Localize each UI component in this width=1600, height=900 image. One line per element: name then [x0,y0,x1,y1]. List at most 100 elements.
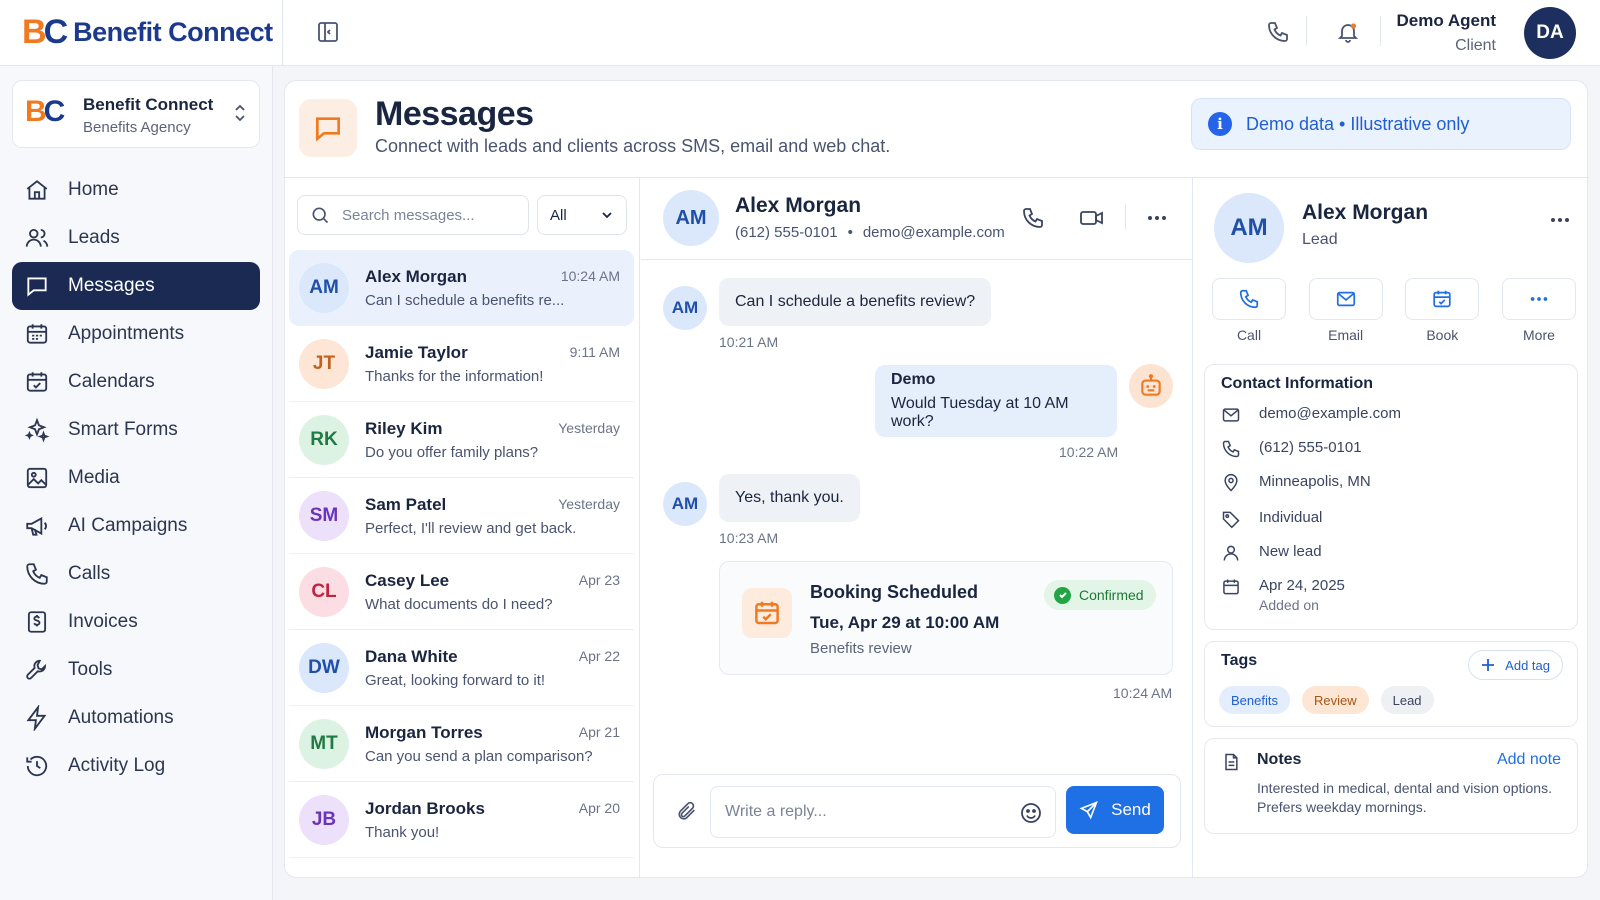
booking-datetime: Tue, Apr 29 at 10:00 AM [810,613,1000,632]
org-switcher[interactable]: BC Benefit Connect Benefits Agency [12,80,260,148]
call-button[interactable]: Call [1212,278,1286,343]
tag-pill[interactable]: Review [1301,686,1369,714]
calendar-icon [1221,577,1241,597]
message-text: Yes, thank you. [735,489,844,506]
user-name[interactable]: Demo Agent [1397,11,1497,31]
card-title: Tags [1221,652,1258,669]
notes-card: Notes Add note Interested in medical, de… [1204,738,1578,834]
conversation-item[interactable]: AM Alex Morgan 10:24 AM Can I schedule a be… [289,250,634,326]
conversation-item[interactable]: JT Jamie Taylor 9:11 AM Thanks for the info… [289,326,634,402]
sidebar-item-invoices[interactable]: Invoices [12,598,260,646]
booking-card[interactable]: Booking Scheduled Tue, Apr 29 at 10:00 A… [719,561,1173,675]
avatar: DW [299,643,349,693]
sidebar-item-calendars[interactable]: Calendars [12,358,260,406]
messages-panel: Messages Connect with leads and clients … [284,80,1589,878]
contact-phone[interactable]: (612) 555-0101 [1221,439,1362,459]
calendar-icon [742,588,792,638]
conversation-name: Morgan Torres [365,723,483,742]
brand[interactable]: BC Benefit Connect [22,12,273,52]
avatar: SM [299,491,349,541]
tag-pill[interactable]: Benefits [1219,686,1290,714]
page-subtitle: Connect with leads and clients across SM… [375,136,891,156]
calendar-icon [24,369,50,395]
search-input[interactable] [342,206,512,224]
action-label: Book [1426,327,1459,343]
sidebar-item-calls[interactable]: Calls [12,550,260,598]
send-button[interactable]: Send [1066,786,1164,834]
notification-bell-icon[interactable] [1336,20,1360,44]
contact-info-card: Contact Information demo@example.com (61… [1204,364,1578,630]
chat-contact-meta: (612) 555-0101 • demo@example.com [735,224,1005,241]
sidebar-item-activity-log[interactable]: Activity Log [12,742,260,790]
video-icon[interactable] [1079,206,1105,230]
sidebar-item-home[interactable]: Home [12,166,260,214]
action-label: More [1523,327,1555,343]
phone-icon[interactable] [1266,20,1290,44]
sidebar-toggle-icon[interactable] [316,20,340,44]
tag-pill[interactable]: Lead [1380,686,1434,714]
sidebar-nav: Home Leads Messages Appointments Calenda… [12,166,260,790]
conversation-preview: Do you offer family plans? [365,444,539,461]
megaphone-icon [24,513,50,539]
sidebar-item-label: AI Campaigns [68,515,188,536]
emoji-icon[interactable] [1019,801,1043,825]
filter-select[interactable]: All [537,195,627,235]
message-time: 10:24 AM [1113,685,1173,701]
card-title: Notes [1257,751,1302,768]
message-time: 10:21 AM [719,334,779,350]
conversation-item[interactable]: DW Dana White Apr 22 Great, looking forward… [289,630,634,706]
sidebar-item-media[interactable]: Media [12,454,260,502]
contact-status: Lead [1302,231,1338,248]
more-options-icon[interactable] [1548,208,1572,232]
conversation-item[interactable]: JB Jordan Brooks Apr 20 Thank you! [289,782,634,858]
more-button[interactable]: More [1501,278,1576,343]
sidebar-item-leads[interactable]: Leads [12,214,260,262]
user-avatar[interactable]: DA [1524,7,1576,59]
conversation-preview: What documents do I need? [365,596,553,613]
page-title: Messages [375,95,534,133]
email-button[interactable]: Email [1308,278,1383,343]
more-options-icon[interactable] [1145,206,1169,230]
conversation-item[interactable]: MT Morgan Torres Apr 21 Can you send a plan… [289,706,634,782]
sidebar-item-smart-forms[interactable]: Smart Forms [12,406,260,454]
avatar: AM [663,190,719,246]
sidebar-item-automations[interactable]: Automations [12,694,260,742]
chat-contact-name: Alex Morgan [735,194,862,217]
message-bubble-outgoing: Demo Would Tuesday at 10 AM work? [875,365,1117,437]
org-logo: BC [25,95,65,128]
conversation-preview: Can I schedule a benefits re... [365,292,565,309]
reply-box[interactable] [710,786,1056,838]
reply-input[interactable] [725,803,1005,821]
sidebar-item-messages[interactable]: Messages [12,262,260,310]
separator-dot: • [847,224,853,241]
conversation-item[interactable]: RK Riley Kim Yesterday Do you offer family … [289,402,634,478]
avatar: AM [663,286,707,330]
avatar: AM [663,482,707,526]
attachment-icon[interactable] [676,800,698,822]
call-icon[interactable] [1021,206,1045,230]
add-note-link[interactable]: Add note [1497,751,1561,769]
conversation-name: Jordan Brooks [365,799,485,818]
send-label: Send [1111,800,1151,819]
brand-logo: BC [22,13,68,51]
book-button[interactable]: Book [1405,278,1480,343]
tags-card: Tags Add tag Benefits Review Lead [1204,641,1578,727]
contact-type-text: Individual [1259,509,1323,526]
sidebar-item-label: Calls [68,563,111,584]
conversation-item[interactable]: CL Casey Lee Apr 23 What documents do I nee… [289,554,634,630]
invoice-icon [24,609,50,635]
contact-panel: AM Alex Morgan Lead Call Email Book More [1194,178,1588,878]
contact-location: Minneapolis, MN [1221,473,1371,493]
sidebar-item-tools[interactable]: Tools [12,646,260,694]
conversation-item[interactable]: SM Sam Patel Yesterday Perfect, I'll review… [289,478,634,554]
user-role: Client [1455,37,1496,54]
status-text: Confirmed [1079,587,1144,603]
sidebar-item-ai-campaigns[interactable]: AI Campaigns [12,502,260,550]
add-tag-button[interactable]: Add tag [1468,650,1563,680]
sidebar-item-appointments[interactable]: Appointments [12,310,260,358]
chat-email: demo@example.com [862,224,1005,241]
mail-icon [1308,278,1383,320]
search-box[interactable] [297,195,529,235]
contact-email[interactable]: demo@example.com [1221,405,1401,425]
conversation-name: Dana White [365,647,458,666]
